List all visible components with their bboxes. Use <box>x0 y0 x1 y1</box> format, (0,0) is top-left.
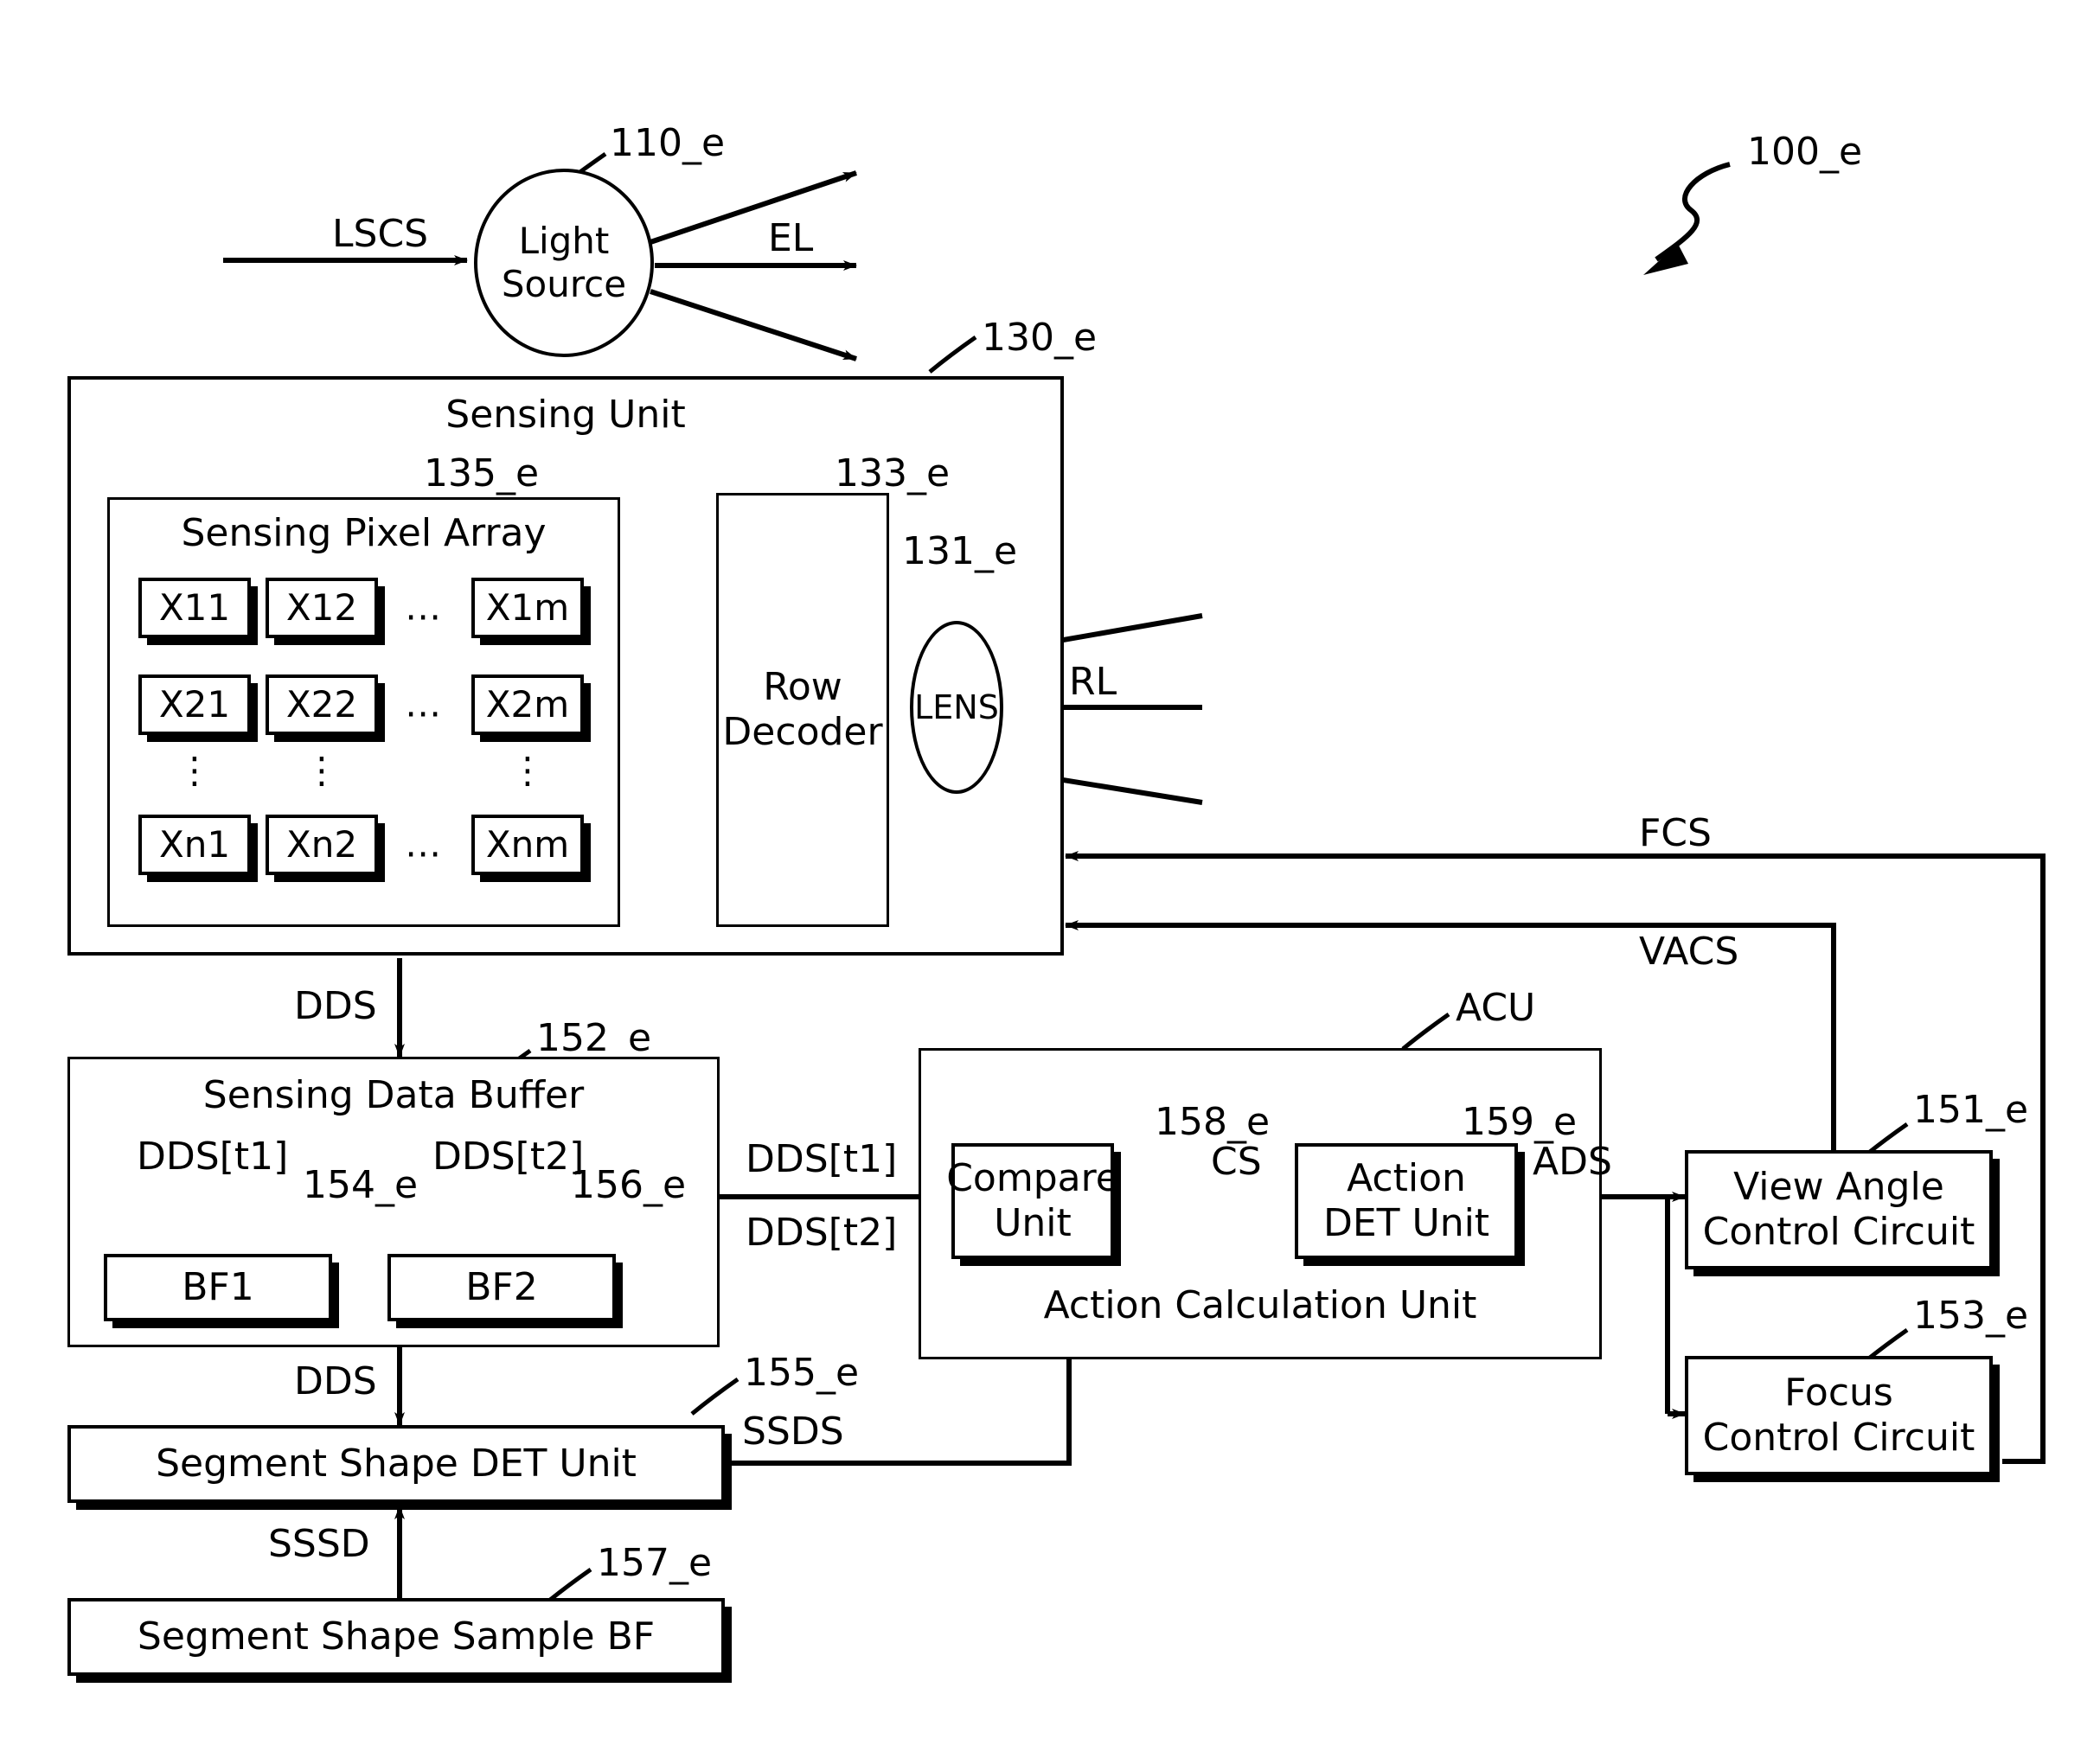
compare-unit-box[interactable]: Compare Unit <box>946 1143 1119 1259</box>
signal-fcs: FCS <box>1639 811 1712 855</box>
figure-ref-100e: 100_e <box>1747 130 1863 174</box>
action-calculation-unit-title: Action Calculation Unit <box>1043 1283 1477 1327</box>
ref-110e: 110_e <box>610 121 726 165</box>
ref-133e: 133_e <box>835 451 951 495</box>
light-source-label-line2: Source <box>501 263 627 305</box>
light-source-label-line1: Light <box>518 220 610 263</box>
view-angle-cc-label-line2: Control Circuit <box>1702 1210 1975 1254</box>
ref-154e: 154_e <box>303 1163 419 1207</box>
pixel-cell[interactable]: Xn2 <box>266 815 378 875</box>
sensing-unit-title: Sensing Unit <box>445 393 686 437</box>
buffer-bf2[interactable]: BF2 <box>387 1254 616 1321</box>
ref-acu: ACU <box>1456 986 1536 1030</box>
pixel-col-ellipsis: ⋮ <box>176 749 213 791</box>
signal-dds-t1-in: DDS[t1] <box>137 1135 289 1179</box>
pixel-cell[interactable]: X21 <box>138 674 251 735</box>
lens-node[interactable]: LENS <box>910 621 1003 794</box>
signal-ads: ADS <box>1533 1140 1612 1184</box>
row-decoder-box[interactable]: Row Decoder <box>716 493 889 927</box>
ref-156e: 156_e <box>571 1163 687 1207</box>
pixel-row-ellipsis: ⋯ <box>405 832 445 874</box>
signal-dds-t2-out: DDS[t2] <box>746 1211 898 1255</box>
ref-130e: 130_e <box>982 316 1098 360</box>
ref-135e: 135_e <box>424 451 540 495</box>
pixel-cell[interactable]: Xn1 <box>138 815 251 875</box>
view-angle-cc-label-line1: View Angle <box>1733 1165 1944 1210</box>
signal-dds-to-segment: DDS <box>294 1359 377 1403</box>
signal-dds-t2-in: DDS[t2] <box>432 1135 585 1179</box>
pixel-cell[interactable]: X2m <box>471 674 584 735</box>
signal-dds-to-buffer: DDS <box>294 984 377 1028</box>
signal-sssd: SSSD <box>268 1522 370 1566</box>
ref-131e: 131_e <box>902 529 1018 573</box>
signal-vacs: VACS <box>1639 930 1739 974</box>
lens-label: LENS <box>914 687 999 726</box>
ref-152e: 152_e <box>536 1016 652 1060</box>
light-source-node[interactable]: Light Source <box>474 169 654 357</box>
compare-unit-label-line2: Unit <box>994 1201 1072 1245</box>
signal-cs: CS <box>1211 1140 1262 1184</box>
focus-cc-label-line2: Control Circuit <box>1702 1416 1975 1460</box>
sensing-pixel-array-title: Sensing Pixel Array <box>181 511 547 555</box>
pixel-cell[interactable]: X11 <box>138 578 251 638</box>
compare-unit-label-line1: Compare <box>946 1156 1119 1201</box>
signal-lscs: LSCS <box>332 212 429 256</box>
row-decoder-label-line2: Decoder <box>722 710 883 754</box>
sensing-data-buffer-title: Sensing Data Buffer <box>202 1073 585 1117</box>
pixel-col-ellipsis: ⋮ <box>509 749 546 791</box>
signal-rl: RL <box>1069 660 1117 704</box>
signal-el: EL <box>768 216 814 260</box>
segment-shape-sample-bf-box[interactable]: Segment Shape Sample BF <box>67 1598 725 1676</box>
action-det-unit-label-line2: DET Unit <box>1322 1201 1490 1245</box>
pixel-cell[interactable]: X12 <box>266 578 378 638</box>
action-det-unit-box[interactable]: Action DET Unit <box>1295 1143 1518 1259</box>
focus-control-circuit-box[interactable]: Focus Control Circuit <box>1685 1356 1993 1475</box>
pixel-cell[interactable]: Xnm <box>471 815 584 875</box>
ref-157e: 157_e <box>597 1541 713 1585</box>
focus-cc-label-line1: Focus <box>1784 1371 1893 1416</box>
ref-158e: 158_e <box>1155 1100 1271 1144</box>
pixel-cell[interactable]: X1m <box>471 578 584 638</box>
buffer-bf1[interactable]: BF1 <box>104 1254 332 1321</box>
signal-ssds: SSDS <box>742 1410 844 1454</box>
pixel-col-ellipsis: ⋮ <box>304 749 340 791</box>
pixel-row-ellipsis: ⋯ <box>405 595 445 637</box>
ref-151e: 151_e <box>1913 1088 2029 1132</box>
segment-shape-det-unit-box[interactable]: Segment Shape DET Unit <box>67 1425 725 1503</box>
row-decoder-label-line1: Row <box>763 665 842 710</box>
pixel-row-ellipsis: ⋯ <box>405 692 445 734</box>
signal-dds-t1-out: DDS[t1] <box>746 1137 898 1181</box>
ref-153e: 153_e <box>1913 1294 2029 1338</box>
view-angle-control-circuit-box[interactable]: View Angle Control Circuit <box>1685 1150 1993 1269</box>
pixel-cell[interactable]: X22 <box>266 674 378 735</box>
ref-159e: 159_e <box>1462 1100 1578 1144</box>
action-det-unit-label-line1: Action <box>1347 1156 1466 1201</box>
ref-155e: 155_e <box>744 1351 860 1395</box>
patent-figure: 100_e LSCS 110_e Light Source EL 130_e S… <box>0 0 2100 1758</box>
